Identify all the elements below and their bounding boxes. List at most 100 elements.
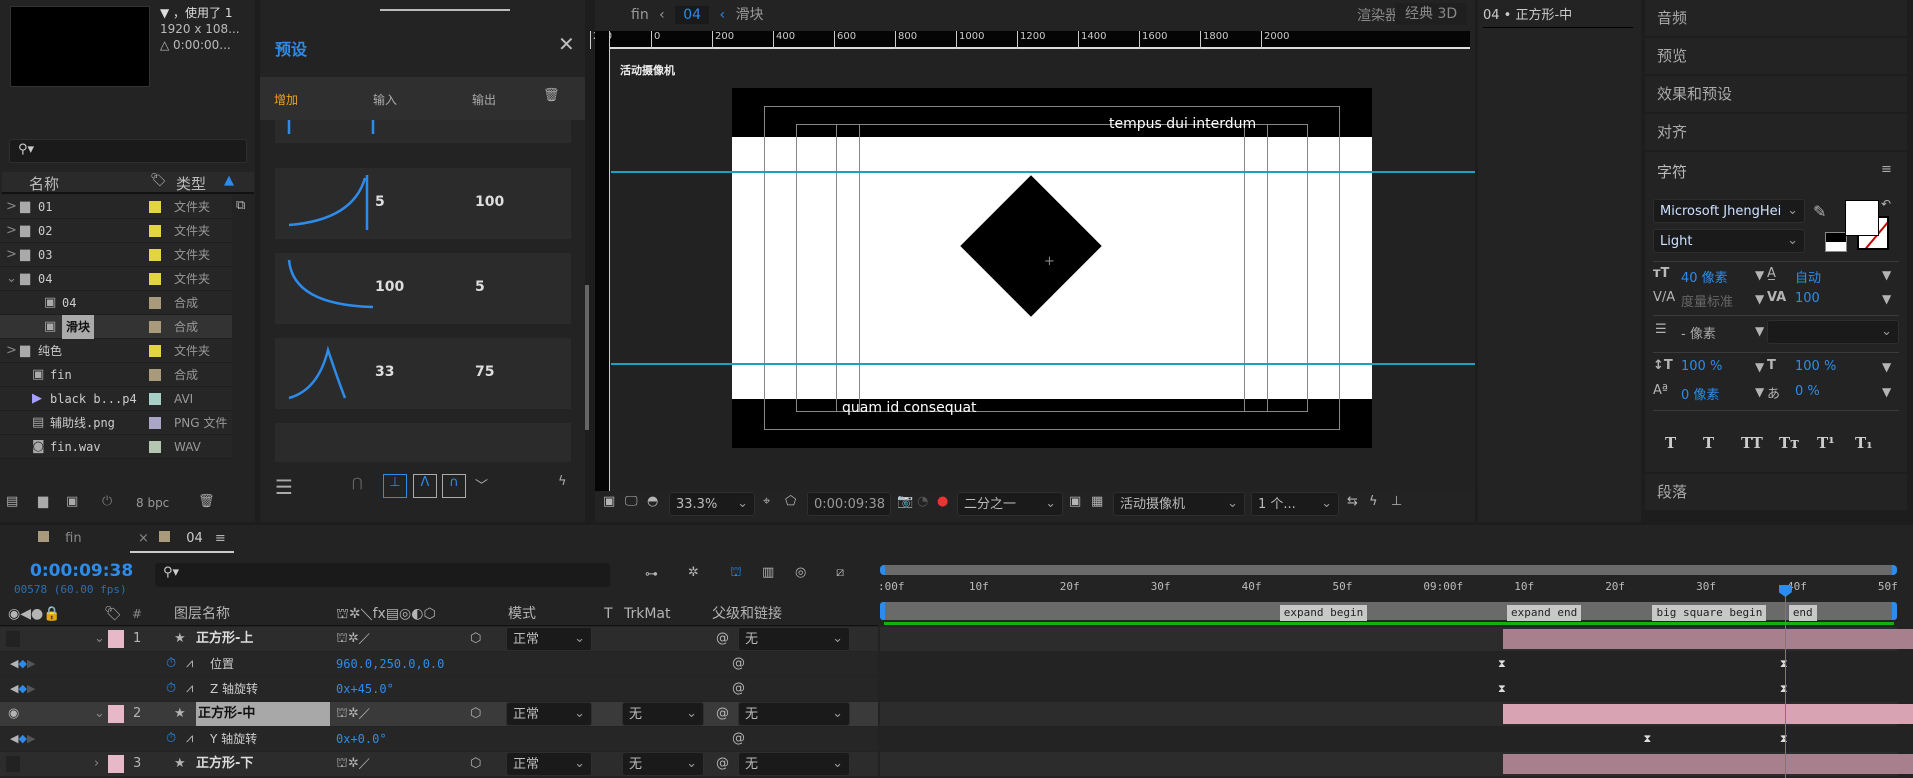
drag-handle[interactable] [380, 9, 510, 11]
panel-header[interactable]: 效果和预设 [1645, 76, 1907, 112]
breadcrumb-fin[interactable]: fin [631, 7, 649, 23]
col-mode[interactable]: 模式 [508, 602, 536, 626]
label-color-swatch[interactable] [149, 345, 161, 357]
delete-icon[interactable]: 🗑 [198, 494, 215, 509]
parent-select[interactable]: 无 ⌄ [738, 627, 850, 651]
project-item[interactable]: > ▆ 02 文件夹 [0, 219, 232, 243]
label-color-swatch[interactable] [149, 321, 161, 333]
keyframe-icon[interactable]: ⧗ [1643, 733, 1653, 745]
breadcrumb-slider[interactable]: 滑块 [736, 7, 764, 23]
text-style-button[interactable]: T [1703, 434, 1714, 452]
panel-header[interactable]: 对齐 [1645, 114, 1907, 150]
project-item[interactable]: ▣ fin 合成 [0, 363, 232, 387]
pick-whip-icon[interactable]: @ [732, 677, 745, 701]
project-item[interactable]: ⌄ ▆ 04 文件夹 [0, 267, 232, 291]
label-color-swatch[interactable] [149, 201, 161, 213]
font-size-value[interactable]: 40 像素 [1681, 267, 1728, 286]
eyedropper-icon[interactable]: ✎ [1813, 202, 1826, 221]
pick-whip-icon[interactable]: @ [716, 627, 729, 651]
visibility-eye-icon[interactable]: ◉ [8, 702, 19, 726]
peak-curve-icon[interactable]: Λ [413, 474, 437, 498]
preset-card[interactable] [275, 423, 571, 462]
project-item[interactable]: ▣ 滑块 合成 [0, 315, 232, 339]
layer-duration-bar[interactable] [1503, 754, 1913, 774]
col-layer-name[interactable]: 图层名称 [174, 602, 230, 626]
timeline-tab[interactable]: fin [30, 531, 90, 553]
region-icon[interactable]: ⌖ [763, 494, 770, 509]
close-icon[interactable]: × [138, 531, 149, 546]
label-color-swatch[interactable] [149, 441, 161, 453]
property-row[interactable]: ◀◆▶ ⏱ ⩘ 位置 960.0,250.0,0.0 @ [0, 652, 878, 676]
graph-editor-icon[interactable]: ⧄ [836, 565, 844, 580]
project-item[interactable]: ▣ 04 合成 [0, 291, 232, 315]
add-curve-icon[interactable]: ⋂ [352, 476, 363, 491]
panel-header[interactable]: 预览 [1645, 38, 1907, 74]
interpret-footage-icon[interactable]: ▤ [6, 494, 18, 509]
zoom-select[interactable]: 33.3% ⌄ [669, 492, 755, 516]
layer-duration-bar[interactable] [1503, 629, 1913, 649]
trash-icon[interactable]: 🗑 [543, 88, 560, 103]
property-value[interactable]: 960.0,250.0,0.0 [336, 652, 444, 676]
layer-duration-bar[interactable] [1503, 704, 1913, 724]
transparency-grid-icon[interactable]: ⬠ [785, 494, 796, 509]
keyframe-navigator[interactable]: ◀◆▶ [10, 677, 35, 701]
track-matte-select[interactable]: 无 ⌄ [622, 752, 704, 776]
blend-mode-select[interactable]: 正常 ⌄ [506, 702, 592, 726]
label-color-swatch[interactable] [149, 273, 161, 285]
pick-whip-icon[interactable]: @ [716, 752, 729, 776]
project-search-input[interactable]: ⚲▾ [9, 139, 247, 163]
composition-marker[interactable]: big square begin [1652, 605, 1767, 621]
track-matte-select[interactable]: 无 ⌄ [622, 702, 704, 726]
layer-switches[interactable]: ⛫✲⟋ [336, 702, 370, 726]
3d-layer-icon[interactable]: ⬡ [470, 752, 481, 776]
renderer-button[interactable]: 经典 3D [1395, 3, 1468, 25]
shy-layers-icon[interactable]: ⛫ [730, 565, 742, 582]
visibility-toggle[interactable] [6, 631, 20, 647]
fast-preview-icon[interactable]: ▣ [1069, 494, 1081, 509]
composition-marker[interactable]: expand end [1507, 605, 1582, 621]
layer-switches[interactable]: ⛫✲⟋ [336, 752, 370, 776]
pick-whip-icon[interactable]: @ [732, 652, 745, 676]
3d-layer-icon[interactable]: ⬡ [470, 702, 481, 726]
expand-toggle[interactable]: ⌄ [6, 267, 17, 291]
new-folder-icon[interactable]: ▆ [38, 494, 48, 509]
current-time[interactable]: 0:00:09:38 [807, 492, 891, 516]
label-color-swatch[interactable] [149, 249, 161, 261]
fast-draft-icon[interactable]: ϟ [1369, 494, 1378, 509]
tracking-value[interactable]: 100 [1795, 291, 1820, 306]
layer-search-input[interactable]: ⚲▾ [155, 563, 610, 587]
playhead[interactable] [1778, 585, 1792, 778]
preset-card[interactable]: 10 10 [275, 120, 571, 143]
expand-toggle[interactable]: > [6, 339, 17, 363]
keyframe-icon[interactable]: ⧗ [1498, 683, 1508, 695]
stopwatch-icon[interactable]: ⏱ [166, 677, 176, 701]
timeline-timecode[interactable]: 0:00:09:38 [30, 561, 133, 581]
guide-line[interactable] [611, 171, 1475, 173]
blend-mode-select[interactable]: 正常 ⌄ [506, 752, 592, 776]
frame-blending-icon[interactable]: ▥ [762, 565, 774, 580]
property-row[interactable]: ◀◆▶ ⏱ ⩘ Y 轴旋转 0x+0.0° @ [0, 727, 878, 751]
stopwatch-icon[interactable]: ⏱ [166, 727, 176, 751]
font-style-select[interactable]: Light ⌄ [1653, 229, 1805, 253]
property-value[interactable]: 0x+0.0° [336, 727, 387, 751]
leading-value[interactable]: 自动 [1795, 267, 1821, 286]
project-item[interactable]: > ▆ 01 文件夹 [0, 195, 232, 219]
stopwatch-icon[interactable]: ⏱ [166, 652, 176, 676]
project-item[interactable]: ▤ 辅助线.png PNG 文件 [0, 411, 232, 435]
project-item[interactable]: > ▆ 03 文件夹 [0, 243, 232, 267]
baseline-shift-value[interactable]: 0 像素 [1681, 384, 1719, 403]
3d-layer-icon[interactable]: ⬡ [470, 627, 481, 651]
flowchart-icon[interactable]: ⧉ [236, 198, 245, 213]
expand-toggle[interactable]: > [6, 219, 17, 243]
show-snapshot-icon[interactable]: ◔ [917, 494, 928, 509]
text-style-button[interactable]: T [1665, 434, 1676, 452]
composition-marker[interactable]: expand begin [1279, 605, 1368, 621]
stroke-width-value[interactable]: - 像素 [1681, 323, 1716, 342]
project-item[interactable]: > ▆ 纯色 文件夹 [0, 339, 232, 363]
pick-whip-icon[interactable]: @ [732, 727, 745, 751]
expand-toggle[interactable]: > [6, 243, 17, 267]
col-trkmat[interactable]: TrkMat [624, 602, 671, 626]
property-value[interactable]: 0x+45.0° [336, 677, 394, 701]
project-item[interactable]: ▶ black b...p4 AVI [0, 387, 232, 411]
preset-scrollbar[interactable] [585, 285, 589, 430]
